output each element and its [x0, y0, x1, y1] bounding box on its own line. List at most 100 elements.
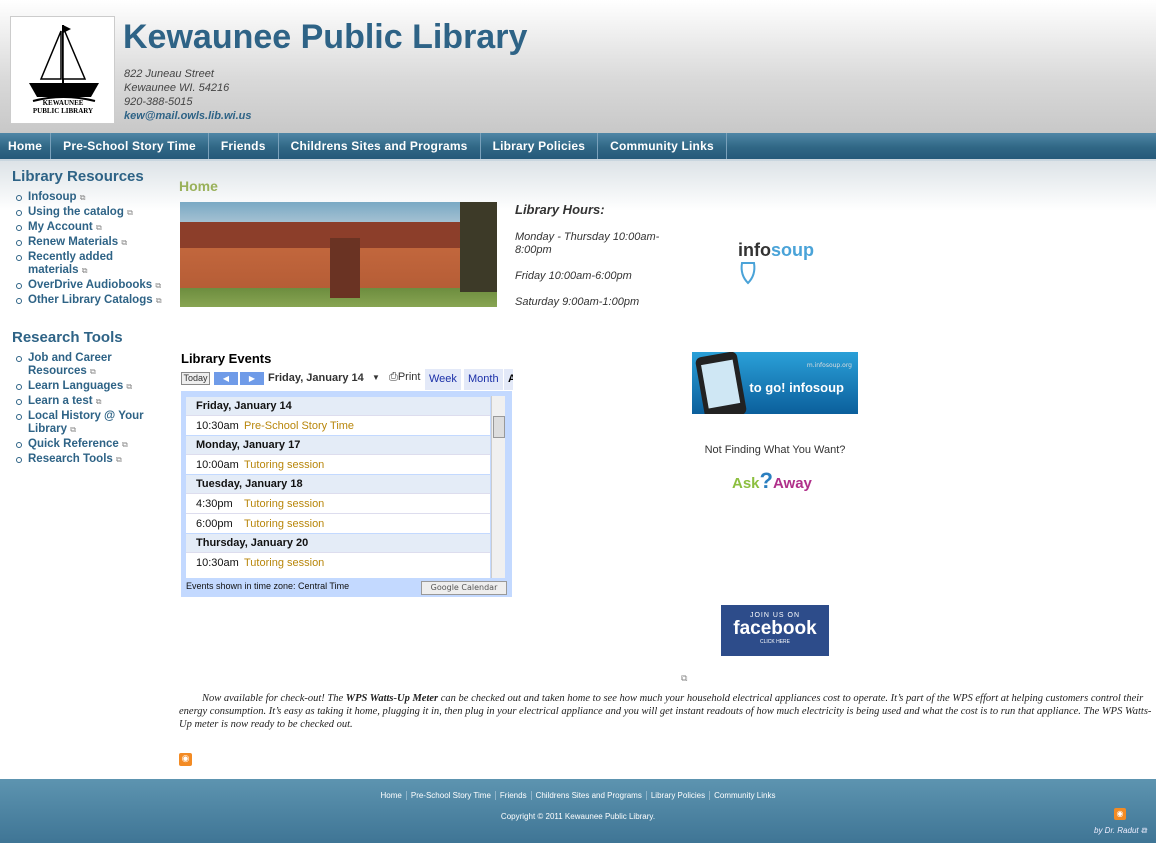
research-tools-heading: Research Tools [12, 329, 123, 346]
nav-preschool-story-time[interactable]: Pre-School Story Time [51, 133, 209, 159]
footer-nav-home[interactable]: Home [376, 791, 407, 800]
svg-text:PUBLIC LIBRARY: PUBLIC LIBRARY [33, 107, 93, 115]
phone-number: 920-388-5015 [124, 96, 193, 108]
external-link-icon: ⧉ [1140, 826, 1147, 835]
site-footer: Home Pre-School Story Time Friends Children… [0, 779, 1156, 843]
sidebar-item-using-catalog[interactable]: Using the catalog ⧉ [16, 206, 162, 219]
library-hours: Library Hours: Monday - Thursday 10:00am… [515, 202, 685, 322]
library-address: 822 Juneau Street Kewaunee WI. 54216 920… [124, 67, 251, 123]
external-link-icon: ⧉ [79, 193, 86, 202]
calendar-widget: Friday, January 14 10:30am Pre-School Sto… [181, 391, 512, 597]
sidebar-item-my-account[interactable]: My Account ⧉ [16, 221, 162, 234]
agenda-scrollbar[interactable] [491, 396, 505, 578]
nav-home[interactable]: Home [0, 133, 52, 159]
agenda-event[interactable]: 10:00am Tutoring session [186, 454, 490, 474]
sidebar-item-learn-a-test[interactable]: Learn a test ⧉ [16, 395, 162, 408]
hours-friday: Friday 10:00am-6:00pm [515, 270, 632, 282]
external-link-icon[interactable]: ⧉ [681, 674, 687, 684]
watts-up-story: Now available for check-out! The WPS Wat… [179, 693, 1152, 730]
print-icon: ⎙ [389, 371, 398, 383]
copyright: Copyright © 2011 Kewaunee Public Library… [500, 812, 656, 821]
agenda-event[interactable]: 10:30am Pre-School Story Time [186, 415, 490, 435]
footer-nav-policies[interactable]: Library Policies [646, 791, 711, 800]
sidebar-item-local-history[interactable]: Local History @ Your Library ⧉ [16, 410, 162, 436]
external-link-icon: ⧉ [127, 208, 133, 217]
agenda-event[interactable]: 10:30am Tutoring session [186, 552, 490, 572]
external-link-icon: ⧉ [121, 238, 128, 247]
scrollbar-thumb[interactable] [493, 416, 505, 438]
site-title[interactable]: Kewaunee Public Library [123, 18, 527, 57]
site-header: KEWAUNEE PUBLIC LIBRARY Kewaunee Public … [0, 0, 1156, 133]
timezone-note: Events shown in time zone: Central Time [186, 581, 350, 591]
external-link-icon: ⧉ [155, 296, 162, 305]
agenda-list[interactable]: Friday, January 14 10:30am Pre-School Sto… [186, 396, 490, 578]
agenda-day-header: Thursday, January 20 [186, 533, 490, 552]
external-link-icon: ⧉ [116, 455, 122, 464]
external-link-icon: ⧉ [155, 281, 162, 290]
events-title: Library Events [181, 351, 272, 366]
nav-community-links[interactable]: Community Links [598, 133, 727, 159]
rss-icon[interactable]: ◉ [179, 753, 192, 766]
calendar-date[interactable]: Friday, January 14 [268, 372, 364, 384]
research-tools-list: Job and Career Resources ⧉ Learn Languag… [16, 352, 162, 466]
nav-childrens-sites[interactable]: Childrens Sites and Programs [279, 133, 481, 159]
print-button[interactable]: ⎙Print [389, 371, 420, 384]
calendar-toolbar: Today ◀ ▶ Friday, January 14 ▼ ⎙Print We… [181, 369, 513, 390]
google-calendar-button[interactable]: Google Calendar [421, 581, 507, 595]
agenda-day-header: Friday, January 14 [186, 396, 490, 415]
external-link-icon: ⧉ [81, 266, 88, 275]
svg-text:KEWAUNEE: KEWAUNEE [43, 99, 84, 107]
external-link-icon: ⧉ [126, 382, 133, 391]
sidebar-item-renew-materials[interactable]: Renew Materials ⧉ [16, 236, 162, 249]
sidebar-item-overdrive[interactable]: OverDrive Audiobooks ⧉ [16, 279, 162, 292]
agenda-event[interactable]: 4:30pm Tutoring session [186, 493, 490, 513]
previous-button[interactable]: ◀ [214, 372, 238, 385]
tab-agenda[interactable]: A [504, 369, 513, 390]
sidebar-item-research-tools[interactable]: Research Tools ⧉ [16, 453, 162, 466]
infosoup-to-go-banner[interactable]: m.infosoup.org to go! infosoup [692, 352, 858, 414]
sidebar-item-recently-added[interactable]: Recently added materials ⧉ [16, 251, 162, 277]
footer-nav-community[interactable]: Community Links [710, 791, 779, 800]
footer-nav-friends[interactable]: Friends [495, 791, 532, 800]
tab-week[interactable]: Week [425, 369, 461, 390]
next-button[interactable]: ▶ [240, 372, 264, 385]
footer-nav-childrens[interactable]: Childrens Sites and Programs [531, 791, 647, 800]
email-link[interactable]: kew@mail.owls.lib.wi.us [124, 109, 251, 123]
sidebar-item-learn-languages[interactable]: Learn Languages ⧉ [16, 380, 162, 393]
rss-icon[interactable]: ◉ [1114, 808, 1126, 820]
sidebar-item-job-career[interactable]: Job and Career Resources ⧉ [16, 352, 162, 378]
external-link-icon: ⧉ [70, 425, 76, 434]
page-title: Home [179, 178, 218, 194]
tab-month[interactable]: Month [464, 369, 503, 390]
theme-credit[interactable]: by Dr. Radut ⧉ [1094, 826, 1147, 836]
library-logo[interactable]: KEWAUNEE PUBLIC LIBRARY [10, 16, 115, 124]
infosoup-spoon-icon [740, 262, 756, 285]
agenda-day-header: Tuesday, January 18 [186, 474, 490, 493]
agenda-day-header: Monday, January 17 [186, 435, 490, 454]
nav-friends[interactable]: Friends [209, 133, 279, 159]
external-link-icon: ⧉ [95, 397, 102, 406]
not-finding-text: Not Finding What You Want? [704, 444, 846, 456]
infosoup-logo[interactable]: infosoup [738, 240, 818, 288]
external-link-icon: ⧉ [95, 223, 102, 232]
nav-library-policies[interactable]: Library Policies [481, 133, 599, 159]
askaway-logo[interactable]: Ask?Away [732, 468, 812, 494]
sidebar-item-infosoup[interactable]: Infosoup ⧉ [16, 191, 162, 204]
footer-nav-preschool[interactable]: Pre-School Story Time [406, 791, 496, 800]
footer-nav: Home Pre-School Story Time Friends Children… [0, 791, 1156, 800]
library-resources-heading: Library Resources [12, 168, 144, 185]
external-link-icon: ⧉ [90, 367, 96, 376]
hours-saturday: Saturday 9:00am-1:00pm [515, 296, 640, 308]
sidebar-item-other-catalogs[interactable]: Other Library Catalogs ⧉ [16, 294, 162, 307]
facebook-banner[interactable]: JOIN US ON facebook CLICK HERE [721, 605, 829, 656]
address-street: 822 Juneau Street [124, 68, 214, 80]
today-button[interactable]: Today [181, 372, 210, 385]
chevron-down-icon[interactable]: ▼ [372, 373, 380, 382]
hours-weekday: Monday - Thursday 10:00am-8:00pm [515, 231, 660, 256]
external-link-icon: ⧉ [121, 440, 128, 449]
photo-entrance [330, 238, 360, 298]
address-city: Kewaunee WI. 54216 [124, 82, 230, 94]
library-building-photo [180, 202, 497, 307]
sidebar-item-quick-reference[interactable]: Quick Reference ⧉ [16, 438, 162, 451]
agenda-event[interactable]: 6:00pm Tutoring session [186, 513, 490, 533]
